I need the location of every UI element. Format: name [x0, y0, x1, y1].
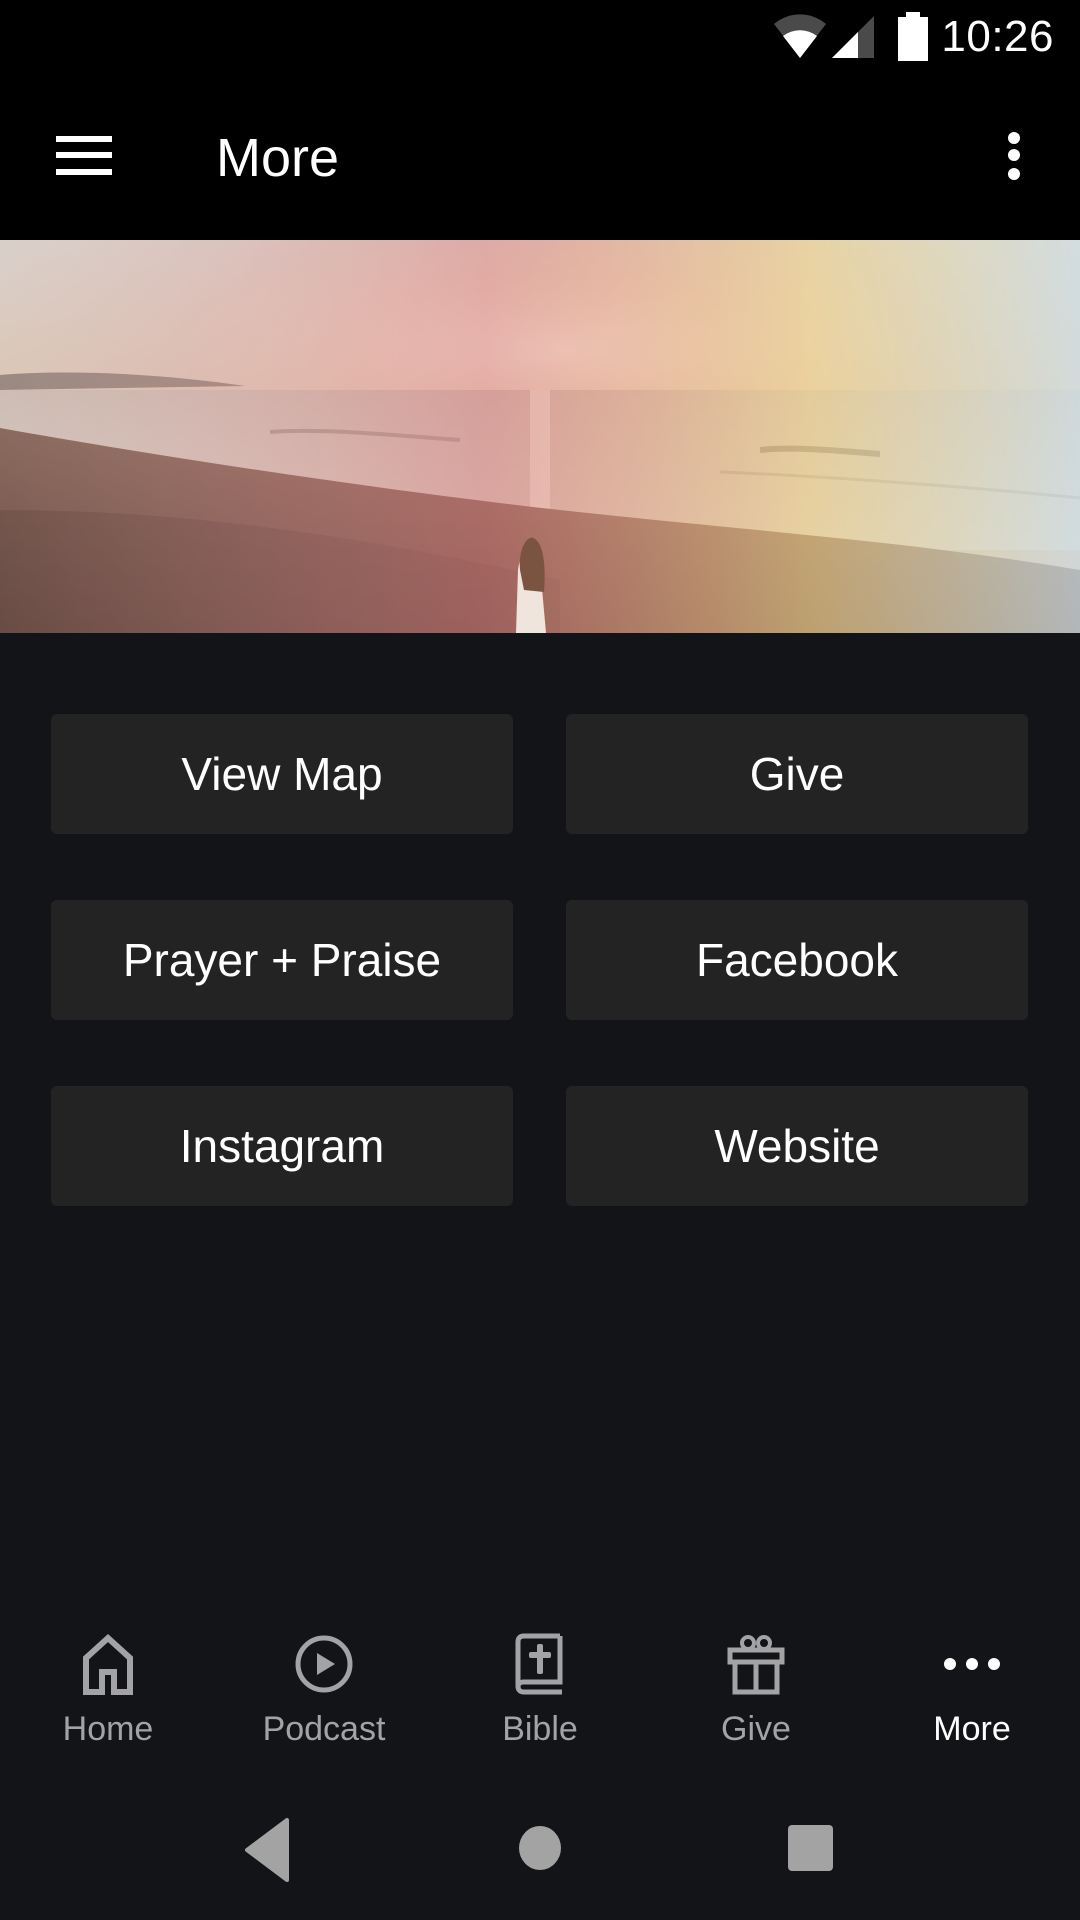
nav-item-podcast[interactable]: Podcast: [216, 1610, 432, 1780]
more-horiz-icon: [944, 1658, 1000, 1670]
nav-item-give[interactable]: Give: [648, 1610, 864, 1780]
back-icon: [245, 1818, 289, 1882]
nav-label-podcast: Podcast: [262, 1710, 386, 1748]
prayer-praise-button[interactable]: Prayer + Praise: [51, 900, 513, 1020]
nav-item-more[interactable]: More: [864, 1610, 1080, 1780]
page-title: More: [216, 128, 340, 188]
nav-label-home: Home: [62, 1710, 154, 1748]
status-time: 10:26: [941, 12, 1054, 61]
view-map-button[interactable]: View Map: [51, 714, 513, 834]
nav-item-bible[interactable]: Bible: [432, 1610, 648, 1780]
home-icon: [83, 1633, 133, 1695]
hamburger-menu-icon[interactable]: [40, 120, 128, 196]
home-circle-icon: [519, 1826, 561, 1870]
give-button[interactable]: Give: [566, 714, 1028, 834]
gift-icon: [727, 1635, 785, 1695]
status-bar: 10:26: [0, 0, 1080, 80]
hero-image: [0, 240, 1080, 633]
toolbar: More: [0, 80, 1080, 240]
website-button[interactable]: Website: [566, 1086, 1028, 1206]
instagram-button[interactable]: Instagram: [51, 1086, 513, 1206]
nav-label-more: More: [933, 1710, 1011, 1748]
more-vert-icon[interactable]: [984, 120, 1044, 200]
battery-icon: [898, 12, 928, 61]
nav-item-home[interactable]: Home: [0, 1610, 216, 1780]
home-button[interactable]: [500, 1810, 580, 1890]
cellular-signal-icon: [832, 16, 874, 58]
nav-label-give: Give: [721, 1710, 791, 1748]
recents-icon: [788, 1825, 833, 1871]
system-nav-bar: [0, 1780, 1080, 1920]
bottom-nav: Home Podcast Bible Give More: [0, 1610, 1080, 1780]
play-circle-icon: [295, 1635, 353, 1693]
bible-icon: [515, 1633, 563, 1695]
wifi-icon: [774, 14, 826, 59]
facebook-button[interactable]: Facebook: [566, 900, 1028, 1020]
back-button[interactable]: [227, 1810, 307, 1890]
nav-label-bible: Bible: [502, 1710, 578, 1748]
recents-button[interactable]: [770, 1810, 850, 1890]
